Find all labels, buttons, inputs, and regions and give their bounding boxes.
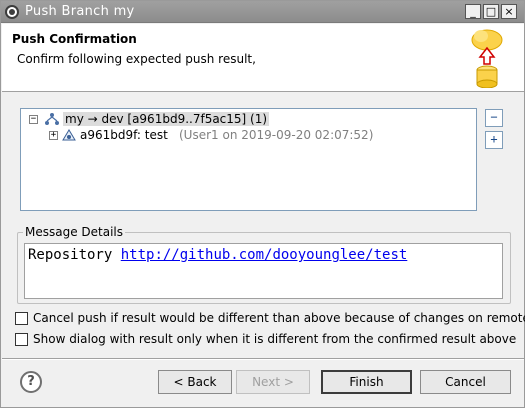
message-prefix: Repository [28,247,113,263]
commit-meta: (User1 on 2019-09-20 02:07:52) [179,128,374,142]
finish-button[interactable]: Finish [321,370,412,394]
push-branch-dialog: Push Branch my _ □ × Push Confirmation C… [0,0,525,408]
page-title: Push Confirmation [12,32,137,46]
push-to-repository-icon [471,29,503,88]
help-button[interactable]: ? [20,371,42,393]
cancel-push-checkbox[interactable] [15,312,28,325]
collapse-toggle[interactable]: − [29,115,38,124]
message-details-text[interactable]: Repository http://github.com/dooyounglee… [24,243,503,299]
expand-all-button[interactable]: + [485,131,503,149]
footer-separator [2,358,524,360]
back-button[interactable]: < Back [158,370,232,394]
branch-mapping-label: my → dev [a961bd9..7f5ac15] (1) [63,112,270,126]
title-bar: Push Branch my _ □ × [1,1,524,23]
message-details-label: Message Details [23,225,126,239]
window-title: Push Branch my [25,4,135,19]
branch-push-icon [45,113,59,125]
minimize-button[interactable]: _ [465,4,481,19]
close-button[interactable]: × [501,4,517,19]
maximize-button[interactable]: □ [483,4,499,19]
commit-icon [62,129,76,141]
eclipse-icon [5,5,19,19]
page-description: Confirm following expected push result, [17,52,256,66]
commit-label: a961bd9f: test [80,128,168,142]
cancel-push-label: Cancel push if result would be different… [33,311,525,325]
push-result-tree[interactable]: − my → dev [a961bd9..7f5ac15] (1) + a961… [20,108,477,211]
expand-toggle[interactable]: + [49,131,58,140]
collapse-all-button[interactable]: − [485,109,503,127]
cancel-button[interactable]: Cancel [420,370,511,394]
repository-link[interactable]: http://github.com/dooyounglee/test [121,247,408,263]
show-dialog-checkbox[interactable] [15,333,28,346]
next-button[interactable]: Next > [236,370,310,394]
wizard-header: Push Confirmation Confirm following expe… [2,24,524,92]
show-dialog-label: Show dialog with result only when it is … [33,332,517,346]
